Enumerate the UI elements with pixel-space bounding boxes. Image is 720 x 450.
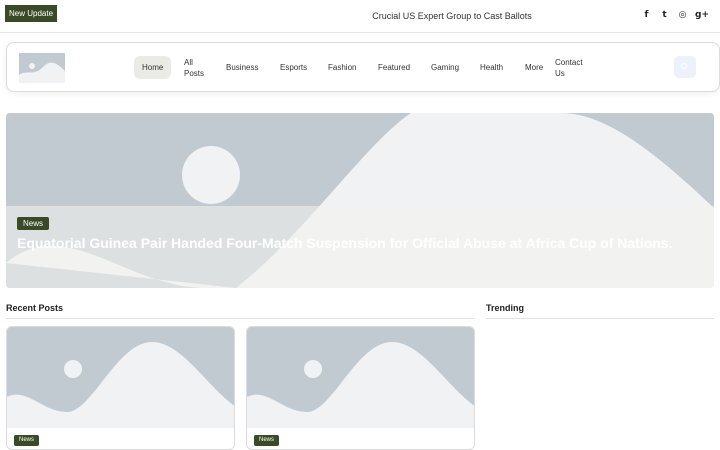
instagram-icon[interactable]: ◎: [677, 10, 688, 21]
nav-home[interactable]: Home: [134, 56, 172, 79]
nav-featured[interactable]: Featured: [378, 56, 410, 79]
trending-divider: [486, 318, 714, 319]
top-bar: New Update Crucial US Expert Group to Ca…: [0, 0, 720, 32]
site-logo[interactable]: [19, 53, 65, 83]
nav-esports[interactable]: Esports: [280, 56, 307, 79]
post-category-tag[interactable]: News: [14, 435, 40, 446]
post-card[interactable]: News: [246, 326, 475, 450]
nav-all-posts[interactable]: All Posts: [184, 57, 208, 80]
google-plus-icon[interactable]: g+: [695, 10, 709, 21]
post-image-placeholder: [247, 327, 474, 428]
post-image-placeholder: [7, 327, 234, 428]
featured-hero[interactable]: News Equatorial Guinea Pair Handed Four-…: [6, 113, 714, 288]
news-ticker[interactable]: Crucial US Expert Group to Cast Ballots: [0, 11, 720, 21]
trending-heading: Trending: [486, 303, 524, 313]
search-button[interactable]: [674, 56, 696, 78]
nav-business[interactable]: Business: [226, 56, 258, 79]
hero-category-tag[interactable]: News: [17, 217, 50, 230]
twitter-icon[interactable]: t: [659, 10, 670, 21]
nav-health[interactable]: Health: [480, 56, 503, 79]
nav-more[interactable]: More: [525, 56, 543, 79]
nav-contact-us[interactable]: Contact Us: [555, 57, 587, 80]
post-card[interactable]: News: [6, 326, 235, 450]
hero-title[interactable]: Equatorial Guinea Pair Handed Four-Match…: [17, 234, 677, 252]
top-divider: [0, 32, 720, 33]
nav-gaming[interactable]: Gaming: [431, 56, 459, 79]
recent-posts-divider: [6, 318, 475, 319]
site-header: Home All Posts Business Esports Fashion …: [6, 42, 720, 92]
facebook-icon[interactable]: f: [641, 10, 652, 21]
search-icon: [681, 63, 687, 69]
social-links: f t ◎ g+: [641, 10, 709, 21]
post-category-tag[interactable]: News: [254, 435, 280, 446]
recent-posts-heading: Recent Posts: [6, 303, 64, 313]
nav-fashion[interactable]: Fashion: [328, 56, 356, 79]
